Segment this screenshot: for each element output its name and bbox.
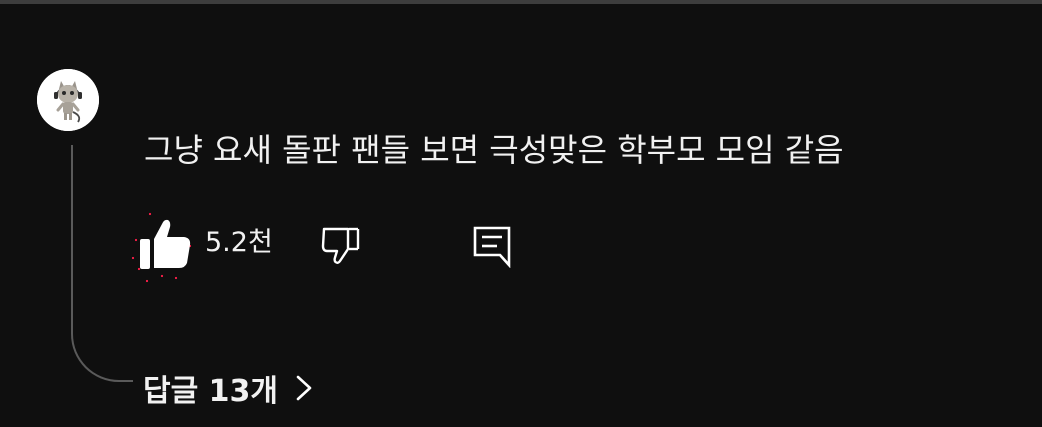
dislike-button[interactable] bbox=[318, 222, 364, 268]
thumbs-up-icon bbox=[131, 212, 192, 283]
replies-count-label: 답글 13개 bbox=[143, 374, 278, 409]
reply-thread-connector bbox=[71, 145, 133, 382]
view-replies-button[interactable]: 답글 13개 bbox=[143, 366, 316, 410]
avatar[interactable] bbox=[37, 69, 99, 131]
comment-text: 그냥 요새 돌판 팬들 보면 극성맞은 학부모 모임 같음 bbox=[144, 131, 844, 169]
chevron-right-icon bbox=[296, 375, 312, 401]
like-count: 5.2천 bbox=[205, 227, 273, 258]
avatar-cat-figure-icon bbox=[37, 69, 99, 131]
thumbs-down-icon bbox=[321, 227, 360, 264]
reply-button[interactable] bbox=[469, 222, 515, 268]
like-button[interactable] bbox=[128, 206, 198, 286]
comment-reply-icon bbox=[473, 226, 511, 268]
top-divider bbox=[0, 0, 1042, 4]
